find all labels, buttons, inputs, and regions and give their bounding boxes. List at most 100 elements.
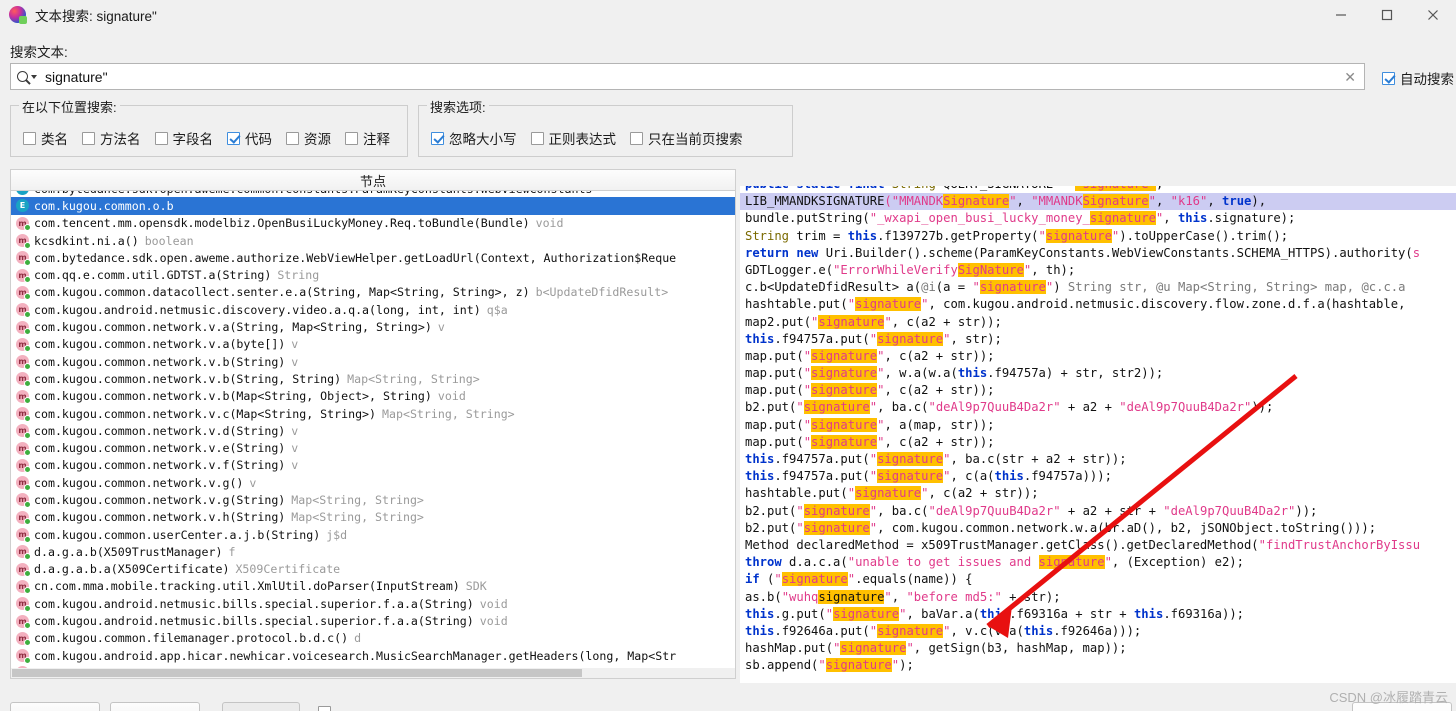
code-line[interactable]: b2.put("signature", com.kugou.common.net…: [740, 520, 1456, 537]
clear-search-icon[interactable]: ✕: [1344, 70, 1356, 84]
option-checkbox-2-label: 只在当前页搜索: [648, 132, 743, 147]
option-checkbox-0[interactable]: 忽略大小写: [431, 128, 517, 148]
tree-row[interactable]: m com.qq.e.comm.util.GDTST.a(String) Strin…: [11, 266, 735, 284]
code-line[interactable]: Method declaredMethod = x509TrustManager…: [740, 537, 1456, 554]
tree-row[interactable]: m com.tencent.mm.opensdk.modelbiz.OpenBus…: [11, 215, 735, 232]
tree-row[interactable]: m com.kugou.common.network.v.a(byte[]) v: [11, 336, 735, 353]
code-line[interactable]: public static final String QUERY_SIGNATU…: [740, 186, 1456, 193]
tree-row[interactable]: m com.kugou.common.network.v.a(String, Ma…: [11, 318, 735, 336]
tree-row[interactable]: m com.kugou.android.netmusic.bills.specia…: [11, 612, 735, 630]
scope-checkbox-2-box: [154, 131, 168, 145]
tree-row-return-type: v: [291, 337, 299, 352]
scope-checkbox-0[interactable]: 类名: [23, 128, 68, 148]
tree-row[interactable]: Ecom.kugou.common.o.b: [11, 197, 735, 215]
code-line[interactable]: c.b<UpdateDfidResult> a(@i(a = "signatur…: [740, 279, 1456, 296]
tree-column-header[interactable]: 节点: [10, 169, 736, 191]
code-line[interactable]: map.put("signature", c(a2 + str));: [740, 434, 1456, 451]
tree-row[interactable]: m cn.com.mma.mobile.tracking.util.XmlUtil…: [11, 578, 735, 595]
maximize-button[interactable]: [1364, 0, 1410, 29]
code-line[interactable]: hashMap.put("signature", getSign(b3, has…: [740, 640, 1456, 657]
code-line[interactable]: map.put("signature", w.a(w.a(this.f94757…: [740, 365, 1456, 382]
bottom-button-1[interactable]: [10, 702, 100, 711]
bottom-button-3[interactable]: [222, 702, 300, 711]
bottom-checkbox[interactable]: [318, 706, 331, 711]
tree-row[interactable]: m com.kugou.android.netmusic.discovery.vi…: [11, 301, 735, 318]
tree-row[interactable]: m d.a.g.a.b.a(X509Certificate) X509Certifi…: [11, 561, 735, 578]
tree-row[interactable]: m com.kugou.common.userCenter.a.j.b(Strin…: [11, 526, 735, 543]
search-scope-legend: 在以下位置搜索:: [19, 97, 120, 116]
option-checkbox-2[interactable]: 只在当前页搜索: [630, 128, 743, 148]
enum-icon: E: [16, 199, 30, 213]
method-icon: m: [16, 614, 31, 630]
code-line[interactable]: hashtable.put("signature", com.kugou.and…: [740, 296, 1456, 313]
code-line[interactable]: map.put("signature", a(map, str));: [740, 417, 1456, 434]
tree-row[interactable]: m com.kugou.common.network.v.c(Map<String…: [11, 405, 735, 422]
code-preview-panel[interactable]: public static final String QUERY_SIGNATU…: [740, 186, 1456, 683]
auto-search-checkbox[interactable]: 自动搜索: [1382, 68, 1454, 88]
code-line[interactable]: throw d.a.c.a("unable to get issues and …: [740, 554, 1456, 571]
tree-row-signature: d.a.g.a.b(X509TrustManager): [34, 544, 223, 559]
scope-checkbox-5[interactable]: 注释: [345, 128, 390, 148]
results-tree-panel[interactable]: Ecom.bytedance.sdk.open.aweme.common.con…: [10, 191, 736, 679]
code-line[interactable]: map.put("signature", c(a2 + str));: [740, 348, 1456, 365]
code-line[interactable]: GDTLogger.e("ErrorWhileVerifySigNature",…: [740, 262, 1456, 279]
scope-checkbox-4[interactable]: 资源: [286, 128, 331, 148]
close-button[interactable]: [1410, 0, 1456, 29]
code-line[interactable]: this.f94757a.put("signature", str);: [740, 331, 1456, 348]
code-line[interactable]: bundle.putString("_wxapi_open_busi_lucky…: [740, 210, 1456, 227]
auto-search-label: 自动搜索: [1400, 72, 1454, 87]
scope-checkbox-3[interactable]: 代码: [227, 128, 272, 148]
scope-checkbox-2[interactable]: 字段名: [154, 128, 213, 148]
scope-checkbox-1[interactable]: 方法名: [82, 128, 141, 148]
search-input[interactable]: signature" ✕: [10, 63, 1365, 90]
tree-row-signature: com.kugou.android.app.hicar.newhicar.voi…: [34, 648, 677, 663]
tree-row-signature: com.kugou.common.network.v.g(): [34, 475, 244, 490]
tree-row[interactable]: m com.kugou.common.network.v.b(Map<String…: [11, 388, 735, 405]
code-line[interactable]: this.g.put("signature", baVar.a(this.f69…: [740, 606, 1456, 623]
code-line[interactable]: if ("signature".equals(name)) {: [740, 571, 1456, 588]
code-line[interactable]: this.f94757a.put("signature", ba.c(str +…: [740, 451, 1456, 468]
code-line[interactable]: String trim = this.f139727b.getProperty(…: [740, 228, 1456, 245]
code-line[interactable]: LIB_MMANDKSIGNATURE("MMANDKSignature", "…: [740, 193, 1456, 211]
minimize-button[interactable]: [1318, 0, 1364, 29]
code-line[interactable]: as.b("wuhqsignature", "before md5:" + st…: [740, 589, 1456, 606]
option-checkbox-1[interactable]: 正则表达式: [530, 128, 616, 148]
code-line[interactable]: b2.put("signature", ba.c("deAl9p7QuuB4Da…: [740, 503, 1456, 520]
code-line[interactable]: hashtable.put("signature", c(a2 + str));: [740, 485, 1456, 502]
tree-row[interactable]: m com.kugou.common.network.v.b(String, St…: [11, 370, 735, 387]
tree-row-return-type: f: [228, 544, 236, 559]
code-line[interactable]: this.f92646a.put("signature", v.c(v.a(th…: [740, 623, 1456, 640]
tree-row[interactable]: m com.kugou.common.network.v.b(String) v: [11, 353, 735, 370]
tree-row[interactable]: m com.kugou.common.datacollect.senter.e.a…: [11, 284, 735, 301]
tree-row-signature: com.tencent.mm.opensdk.modelbiz.OpenBusi…: [34, 216, 530, 231]
tree-row[interactable]: m d.a.g.a.b(X509TrustManager) f: [11, 543, 735, 560]
tree-scrollbar-thumb[interactable]: [12, 669, 582, 677]
tree-row[interactable]: m kcsdkint.ni.a() boolean: [11, 232, 735, 249]
tree-row[interactable]: m com.kugou.common.network.v.d(String) v: [11, 422, 735, 439]
code-line[interactable]: return new Uri.Builder().scheme(ParamKey…: [740, 245, 1456, 262]
tree-row-return-type: v: [291, 354, 299, 369]
app-logo-icon: [9, 6, 27, 24]
tree-row[interactable]: m com.bytedance.sdk.open.aweme.authorize.…: [11, 249, 735, 266]
tree-row-return-type: j$d: [326, 527, 348, 542]
tree-row-signature: com.kugou.common.network.v.d(String): [34, 423, 286, 438]
tree-horizontal-scrollbar[interactable]: [10, 668, 736, 679]
tree-row[interactable]: m com.kugou.common.network.v.f(String) v: [11, 457, 735, 474]
option-checkbox-0-box: [431, 131, 444, 145]
tree-row[interactable]: m com.kugou.android.netmusic.bills.specia…: [11, 595, 735, 612]
code-line[interactable]: this.f94757a.put("signature", c(a(this.f…: [740, 468, 1456, 485]
tree-row-return-type: X509Certificate: [235, 562, 341, 577]
tree-row[interactable]: m com.kugou.common.filemanager.protocol.b…: [11, 630, 735, 647]
code-line[interactable]: map2.put("signature", c(a2 + str));: [740, 314, 1456, 331]
code-line[interactable]: b2.put("signature", ba.c("deAl9p7QuuB4Da…: [740, 399, 1456, 416]
tree-row-signature: kcsdkint.ni.a(): [34, 233, 139, 248]
search-options-list: 忽略大小写 正则表达式 只在当前页搜索: [431, 128, 743, 148]
tree-row[interactable]: m com.kugou.common.network.v.g(String) Map…: [11, 491, 735, 508]
code-line[interactable]: sb.append("signature");: [740, 657, 1456, 674]
tree-row[interactable]: m com.kugou.common.network.v.e(String) v: [11, 439, 735, 457]
code-line[interactable]: map.put("signature", c(a2 + str));: [740, 382, 1456, 399]
bottom-button-2[interactable]: [110, 702, 200, 711]
tree-row[interactable]: m com.kugou.android.app.hicar.newhicar.vo…: [11, 647, 735, 664]
tree-row[interactable]: m com.kugou.common.network.v.g() v: [11, 474, 735, 491]
tree-row[interactable]: m com.kugou.common.network.v.h(String) Map…: [11, 509, 735, 526]
